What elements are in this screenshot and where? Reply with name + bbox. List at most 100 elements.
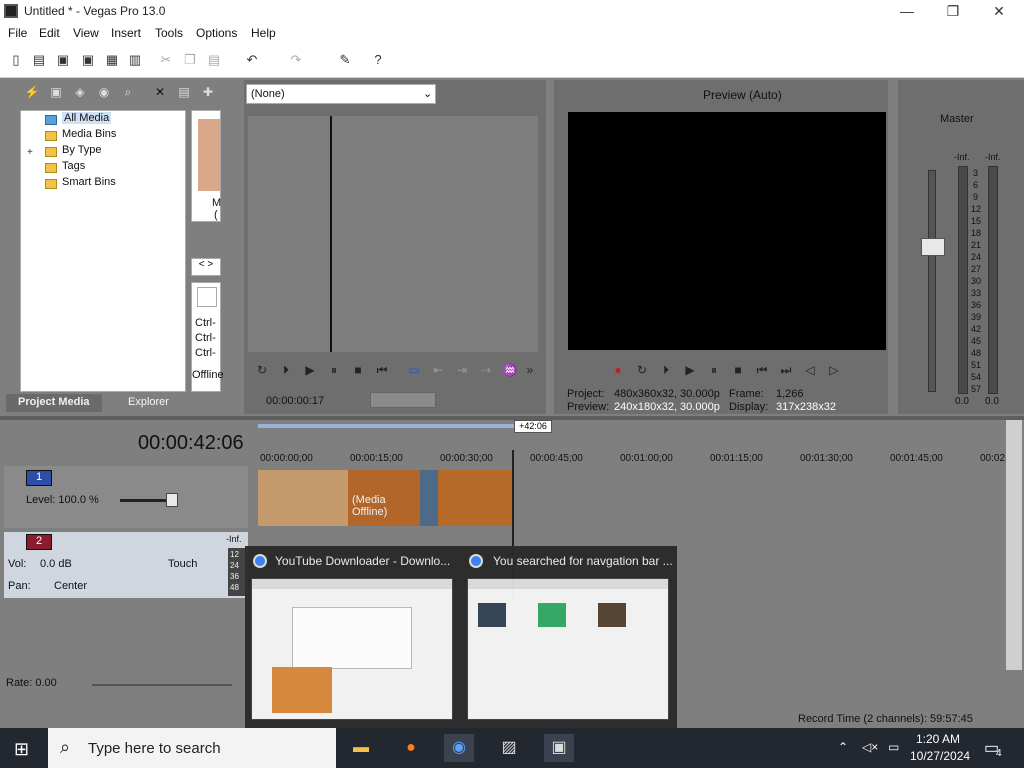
capture-icon[interactable]: ▣ [48, 84, 64, 100]
pause-icon[interactable]: ⏸ [326, 362, 342, 378]
media-nav-arrows[interactable]: < > [191, 258, 221, 276]
prev-frame-icon[interactable]: ⏮ [374, 362, 390, 378]
clock-time[interactable]: 1:20 AM [916, 732, 960, 746]
loop-icon[interactable]: ↻ [254, 362, 270, 378]
record-icon[interactable]: ● [610, 362, 626, 378]
clock-date[interactable]: 10/27/2024 [910, 749, 970, 763]
tree-all-media[interactable]: All Media [62, 112, 112, 124]
paste-icon[interactable]: ▤ [206, 52, 222, 68]
video-preview-screen[interactable] [568, 112, 886, 350]
trimmer-selection-bar[interactable] [370, 392, 436, 408]
expand-icon[interactable]: + [27, 147, 33, 158]
trimmer-timeline[interactable] [248, 116, 538, 352]
more-icon[interactable]: » [522, 362, 538, 378]
play-from-start-icon[interactable]: ⏵ [278, 362, 294, 378]
maximize-button[interactable]: ❐ [930, 0, 976, 24]
vegas-taskbar-icon[interactable]: ▣ [544, 734, 574, 762]
loop-icon[interactable]: ↻ [634, 362, 650, 378]
go-end-icon[interactable]: ⏭ [778, 362, 794, 378]
media-item-card[interactable]: Ctrl- Ctrl- Ctrl- Offline [191, 282, 224, 392]
video-clip[interactable] [438, 470, 512, 526]
thumbnail-title[interactable]: YouTube Downloader - Downlo... [275, 554, 455, 568]
media-properties-icon[interactable]: ▤ [176, 84, 192, 100]
file-explorer-icon[interactable]: ▬ [346, 734, 376, 762]
play-icon[interactable]: ▶ [682, 362, 698, 378]
video-clip-thumbnail[interactable] [258, 470, 348, 526]
video-clip-gap[interactable] [420, 470, 438, 526]
video-clip-offline[interactable]: (Media Offline) [348, 470, 420, 526]
tab-explorer[interactable]: Explorer [128, 396, 169, 408]
draw-tool-icon[interactable]: ✎ [337, 52, 353, 68]
timeline-vertical-scrollbar[interactable] [1006, 420, 1022, 670]
tray-chevron-icon[interactable]: ⌃ [838, 740, 848, 754]
minimize-button[interactable]: — [884, 0, 930, 24]
properties-icon[interactable]: ▥ [127, 52, 143, 68]
menu-options[interactable]: Options [196, 26, 237, 40]
menu-view[interactable]: View [73, 26, 99, 40]
firefox-icon[interactable]: ● [396, 734, 426, 762]
windows-start-icon[interactable]: ⊞ [14, 739, 29, 760]
chrome-taskbar-icon[interactable]: ◉ [444, 734, 474, 762]
time-ruler[interactable]: 00:00:00;00 00:00:15;00 00:00:30;00 00:0… [258, 450, 1005, 468]
trim-out-icon[interactable]: ⇥ [454, 362, 470, 378]
trim-audio-icon[interactable]: ♒ [502, 362, 518, 378]
audio-track-header[interactable]: 2 Vol: 0.0 dB Pan: Center Touch -Inf. [4, 532, 248, 598]
tree-by-type[interactable]: By Type [62, 144, 102, 156]
cut-icon[interactable]: ✂ [158, 52, 174, 68]
search-media-icon[interactable]: ⌕ [120, 84, 136, 100]
menu-tools[interactable]: Tools [155, 26, 183, 40]
close-button[interactable]: ✕ [976, 0, 1022, 24]
help-icon[interactable]: ? [370, 52, 386, 68]
pause-icon[interactable]: ⏸ [706, 362, 722, 378]
media-fx-icon[interactable]: ✚ [200, 84, 216, 100]
import-media-icon[interactable]: ⚡ [24, 84, 40, 100]
play-icon[interactable]: ▶ [302, 362, 318, 378]
menu-help[interactable]: Help [251, 26, 276, 40]
video-track-header[interactable]: 1 Level: 100.0 % [4, 466, 248, 528]
level-slider-thumb[interactable] [166, 493, 178, 507]
master-fader-thumb[interactable] [921, 238, 945, 256]
media-item-card[interactable]: M ( [191, 110, 221, 222]
play-from-start-icon[interactable]: ⏵ [658, 362, 674, 378]
stop-icon[interactable]: ■ [730, 362, 746, 378]
tree-media-bins[interactable]: Media Bins [62, 128, 116, 140]
thumbnail-preview[interactable] [251, 578, 453, 720]
menu-insert[interactable]: Insert [111, 26, 141, 40]
menu-file[interactable]: File [8, 26, 27, 40]
menu-edit[interactable]: Edit [39, 26, 60, 40]
preview-mode-dropdown[interactable]: Preview (Auto) [703, 88, 782, 102]
network-icon[interactable]: ▭ [888, 740, 899, 754]
thumbnail-title[interactable]: You searched for navgation bar ... [493, 554, 673, 568]
trim-add-icon[interactable]: ⇢ [478, 362, 494, 378]
new-icon[interactable]: ▯ [8, 52, 24, 68]
next-frame-icon[interactable]: ▷ [826, 362, 842, 378]
prev-frame-icon[interactable]: ◁ [802, 362, 818, 378]
web-icon[interactable]: ◉ [96, 84, 112, 100]
get-media-icon[interactable]: ◈ [72, 84, 88, 100]
remove-icon[interactable]: ✕ [152, 84, 168, 100]
render-icon[interactable]: ▦ [104, 52, 120, 68]
automation-mode[interactable]: Touch [168, 558, 197, 570]
go-start-icon[interactable]: ⏮ [754, 362, 770, 378]
trimmer-dropdown[interactable]: (None) ⌄ [246, 84, 436, 104]
copy-icon[interactable]: ❐ [182, 52, 198, 68]
trim-select-icon[interactable]: ▭ [406, 362, 422, 378]
rate-slider[interactable] [92, 684, 232, 686]
open-icon[interactable]: ▤ [31, 52, 47, 68]
stop-icon[interactable]: ■ [350, 362, 366, 378]
master-fader-track[interactable] [928, 170, 936, 392]
app-taskbar-icon[interactable]: ▨ [494, 734, 524, 762]
undo-icon[interactable]: ↶ [244, 52, 260, 68]
save-as-icon[interactable]: ▣ [80, 52, 96, 68]
meter-scale: 3 6 9 12 15 18 21 24 27 30 33 36 39 42 4… [971, 168, 982, 394]
taskbar-search[interactable]: ⌕ Type here to search [48, 728, 336, 768]
tree-tags[interactable]: Tags [62, 160, 85, 172]
redo-icon[interactable]: ↷ [288, 52, 304, 68]
save-icon[interactable]: ▣ [55, 52, 71, 68]
loop-region-bar[interactable] [258, 424, 514, 428]
tree-smart-bins[interactable]: Smart Bins [62, 176, 116, 188]
thumbnail-preview[interactable] [467, 578, 669, 720]
volume-muted-icon[interactable]: ◁× [862, 740, 878, 754]
tab-project-media[interactable]: Project Media [6, 394, 102, 412]
trim-in-icon[interactable]: ⇤ [430, 362, 446, 378]
